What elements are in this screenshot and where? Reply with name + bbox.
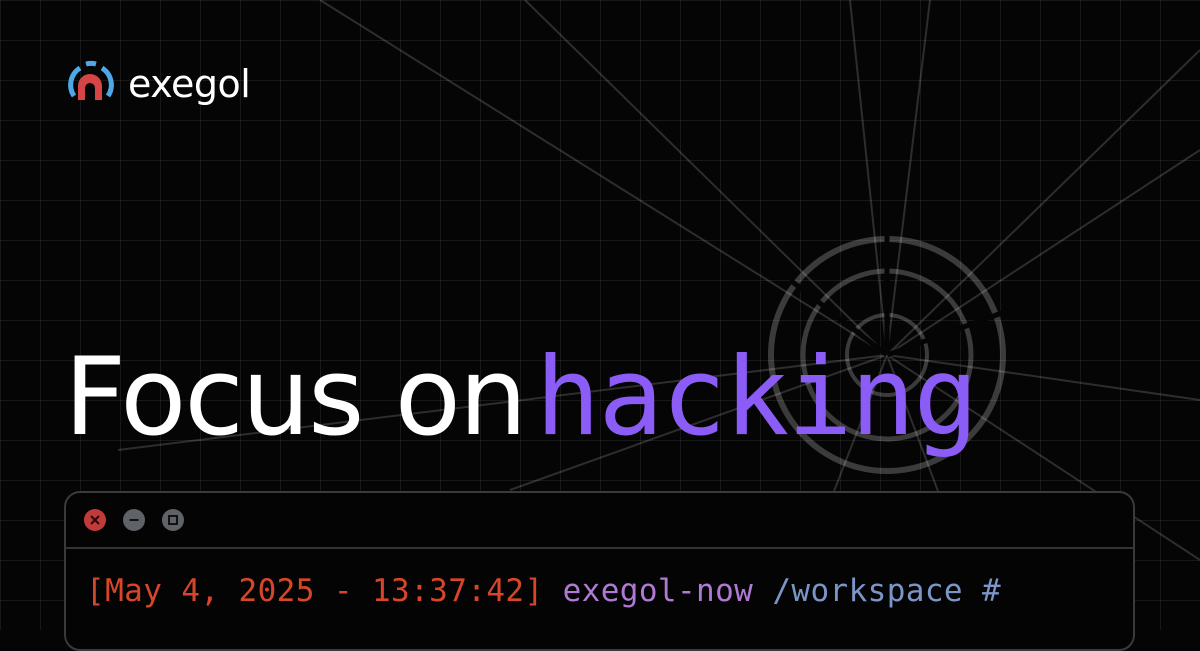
headline-text: Focus on xyxy=(64,335,527,460)
close-icon xyxy=(90,515,100,525)
minimize-icon xyxy=(129,519,139,521)
headline-highlight: hacking xyxy=(535,335,978,460)
brand-name: exegol xyxy=(128,62,251,106)
minimize-button[interactable] xyxy=(123,509,145,531)
headline: Focus onhacking xyxy=(64,335,978,460)
brand-logo: exegol xyxy=(62,56,251,112)
maximize-icon xyxy=(168,515,178,525)
close-button[interactable] xyxy=(84,509,106,531)
terminal-prompt[interactable]: [May 4, 2025 - 13:37:42] exegol-now /wor… xyxy=(86,573,1001,609)
terminal-titlebar xyxy=(66,493,1133,549)
prompt-host: exegol-now xyxy=(562,573,754,609)
exegol-logo-icon xyxy=(68,60,114,100)
prompt-path: /workspace # xyxy=(772,573,1002,609)
terminal-window: [May 4, 2025 - 13:37:42] exegol-now /wor… xyxy=(64,491,1135,651)
maximize-button[interactable] xyxy=(162,509,184,531)
prompt-timestamp: [May 4, 2025 - 13:37:42] xyxy=(86,573,544,609)
